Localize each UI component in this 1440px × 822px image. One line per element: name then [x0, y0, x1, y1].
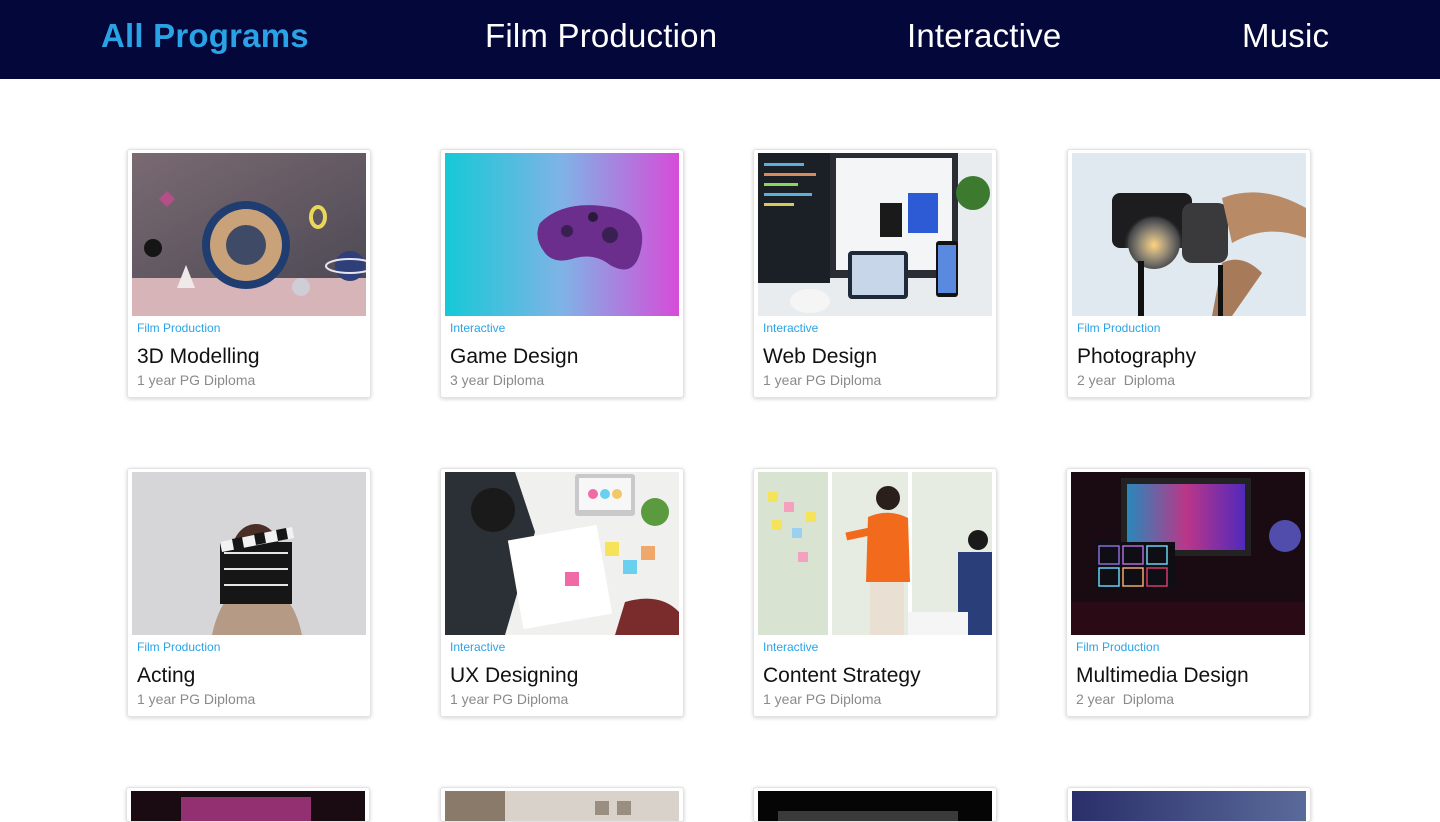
game-controller-image [445, 153, 679, 316]
program-card-row3-4[interactable] [1067, 787, 1311, 822]
program-category: Film Production [137, 640, 221, 654]
program-card-photography[interactable]: Film Production Photography 2 year Diplo… [1067, 149, 1311, 398]
program-duration: 1 year PG Diploma [450, 691, 569, 707]
program-category: Interactive [763, 321, 819, 335]
program-title: Game Design [450, 345, 579, 368]
program-image [1072, 791, 1306, 821]
program-category: Interactive [450, 640, 506, 654]
program-title: Content Strategy [763, 664, 921, 687]
tab-all-programs[interactable]: All Programs [101, 14, 309, 58]
program-image [131, 791, 365, 821]
web-design-desk-image [758, 153, 992, 316]
program-card-row3-3[interactable] [753, 787, 997, 822]
program-card-content-strategy[interactable]: Interactive Content Strategy 1 year PG D… [753, 468, 997, 717]
program-category: Film Production [1076, 640, 1160, 654]
program-title: Acting [137, 664, 196, 687]
tab-music[interactable]: Music [1242, 14, 1329, 58]
program-duration: 1 year PG Diploma [137, 372, 256, 388]
program-card-row3-1[interactable] [126, 787, 370, 822]
program-title: Web Design [763, 345, 878, 368]
program-duration: 1 year PG Diploma [763, 372, 882, 388]
program-duration: 3 year Diploma [450, 372, 545, 388]
tab-interactive[interactable]: Interactive [907, 14, 1061, 58]
program-card-game-design[interactable]: Interactive Game Design 3 year Diploma [440, 149, 684, 398]
multimedia-workstation-image [1071, 472, 1305, 635]
program-card-3d-modelling[interactable]: Film Production 3D Modelling 1 year PG D… [127, 149, 371, 398]
program-image [445, 791, 679, 821]
program-duration: 1 year PG Diploma [137, 691, 256, 707]
program-card-multimedia-design[interactable]: Film Production Multimedia Design 2 year… [1066, 468, 1310, 717]
sticky-notes-presentation-image [758, 472, 992, 635]
top-navigation: All Programs Film Production Interactive… [0, 0, 1440, 79]
program-duration: 2 year Diploma [1077, 372, 1176, 388]
program-duration: 1 year PG Diploma [763, 691, 882, 707]
program-category: Interactive [763, 640, 819, 654]
ux-sketching-image [445, 472, 679, 635]
program-category: Film Production [1077, 321, 1161, 335]
camera-in-hands-image [1072, 153, 1306, 316]
program-card-web-design[interactable]: Interactive Web Design 1 year PG Diploma [753, 149, 997, 398]
program-category: Interactive [450, 321, 506, 335]
program-title: UX Designing [450, 664, 579, 687]
program-card-acting[interactable]: Film Production Acting 1 year PG Diploma [127, 468, 371, 717]
program-title: Multimedia Design [1076, 664, 1249, 687]
program-image [758, 791, 992, 821]
program-title: 3D Modelling [137, 345, 260, 368]
clapperboard-image [132, 472, 366, 635]
3d-sculpture-image [132, 153, 366, 316]
tab-film-production[interactable]: Film Production [485, 14, 717, 58]
program-title: Photography [1077, 345, 1197, 368]
program-category: Film Production [137, 321, 221, 335]
program-duration: 2 year Diploma [1076, 691, 1175, 707]
program-card-ux-designing[interactable]: Interactive UX Designing 1 year PG Diplo… [440, 468, 684, 717]
program-card-row3-2[interactable] [440, 787, 684, 822]
